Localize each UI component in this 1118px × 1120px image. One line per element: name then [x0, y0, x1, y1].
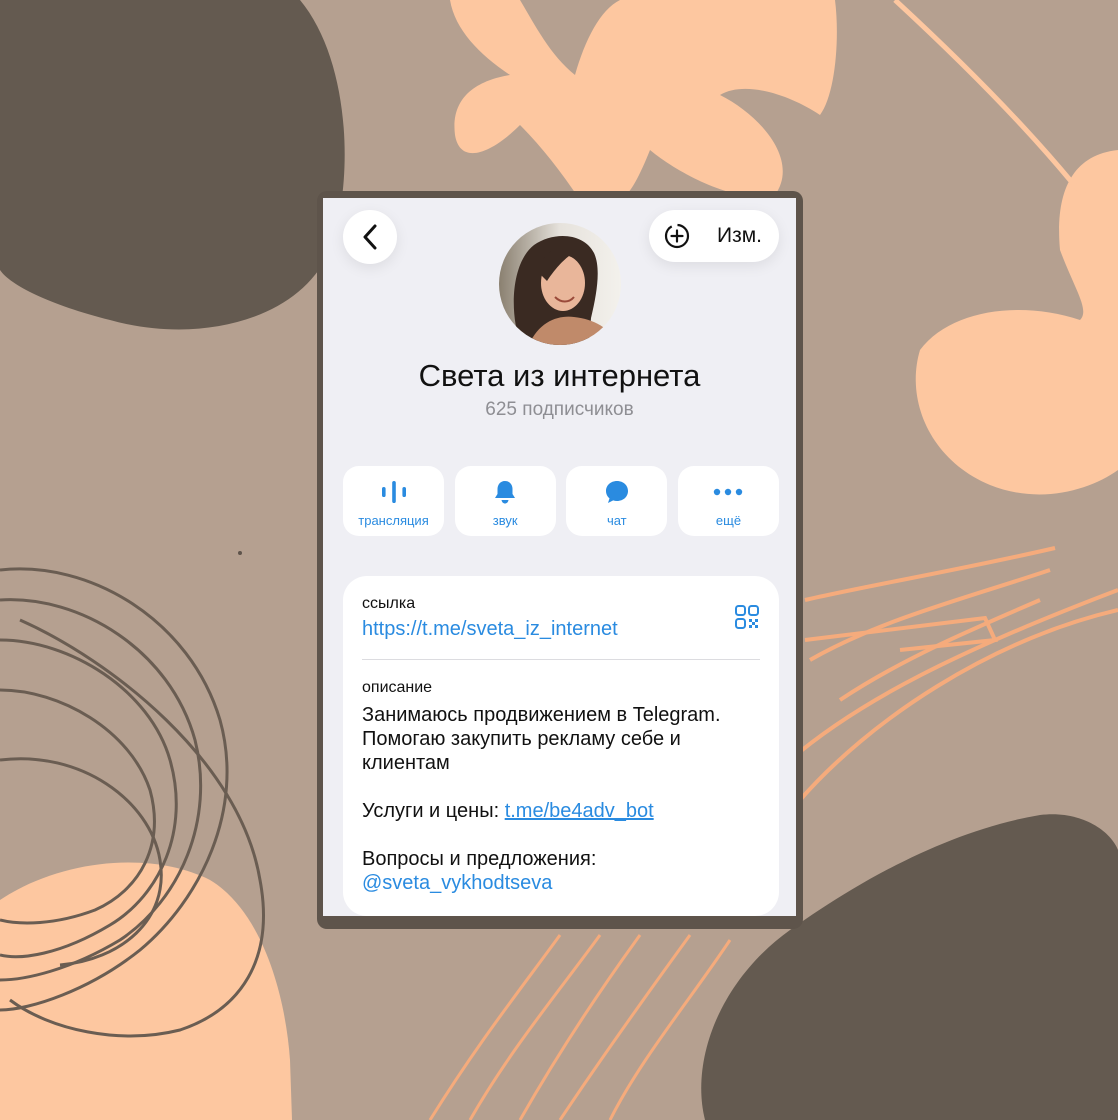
description-label: описание	[362, 679, 433, 696]
description-line: клиентам	[362, 752, 450, 774]
more-dots-icon	[714, 488, 743, 496]
divider	[362, 659, 760, 660]
avatar[interactable]	[499, 223, 621, 345]
sound-button[interactable]: звук	[454, 466, 556, 536]
action-bar: трансляция звук чат ещё	[343, 466, 779, 536]
sound-label: звук	[492, 513, 518, 528]
plus-circle-dashed-icon	[664, 223, 690, 249]
chevron-left-icon	[363, 224, 377, 250]
header-actions-pill: Изм.	[649, 210, 779, 262]
services-line: Услуги и цены: t.me/be4adv_bot	[362, 799, 721, 823]
chat-button[interactable]: чат	[566, 466, 668, 536]
edit-button[interactable]: Изм.	[717, 224, 762, 248]
dark-blob-top-left	[0, 0, 345, 330]
contact-handle-link[interactable]: @sveta_vykhodtseva	[362, 871, 721, 895]
link-label: ссылка	[362, 595, 416, 612]
phone-frame: Изм. Света из интернета 625 подписчиков …	[317, 191, 803, 929]
channel-link[interactable]: https://t.me/sveta_iz_internet	[362, 618, 618, 641]
description-line: Помогаю закупить рекламу себе и	[362, 728, 681, 750]
add-story-button[interactable]	[659, 218, 695, 254]
description-line: Занимаюсь продвижением в Telegram.	[362, 704, 721, 726]
channel-name: Света из интернета	[418, 358, 701, 393]
services-bot-link[interactable]: t.me/be4adv_bot	[505, 800, 654, 822]
back-button[interactable]	[343, 210, 397, 264]
livestream-button[interactable]: трансляция	[343, 466, 444, 536]
chat-label: чат	[606, 513, 627, 528]
more-button[interactable]: ещё	[677, 466, 779, 536]
chat-bubble-icon	[605, 481, 628, 503]
description-text: Занимаюсь продвижением в Telegram. Помог…	[362, 703, 721, 895]
bell-icon	[495, 481, 516, 504]
avatar-photo	[499, 223, 621, 345]
more-label: ещё	[715, 513, 742, 528]
subscriber-count: 625 подписчиков	[485, 399, 634, 420]
info-card: ссылка https://t.me/sveta_iz_internet оп…	[343, 576, 779, 916]
qr-code-icon[interactable]	[734, 604, 760, 630]
livestream-label: трансляция	[358, 513, 429, 528]
channel-profile-screen: Изм. Света из интернета 625 подписчиков …	[323, 198, 796, 916]
questions-label: Вопросы и предложения:	[362, 848, 597, 870]
services-prefix: Услуги и цены:	[362, 800, 505, 822]
livestream-icon	[381, 481, 406, 503]
